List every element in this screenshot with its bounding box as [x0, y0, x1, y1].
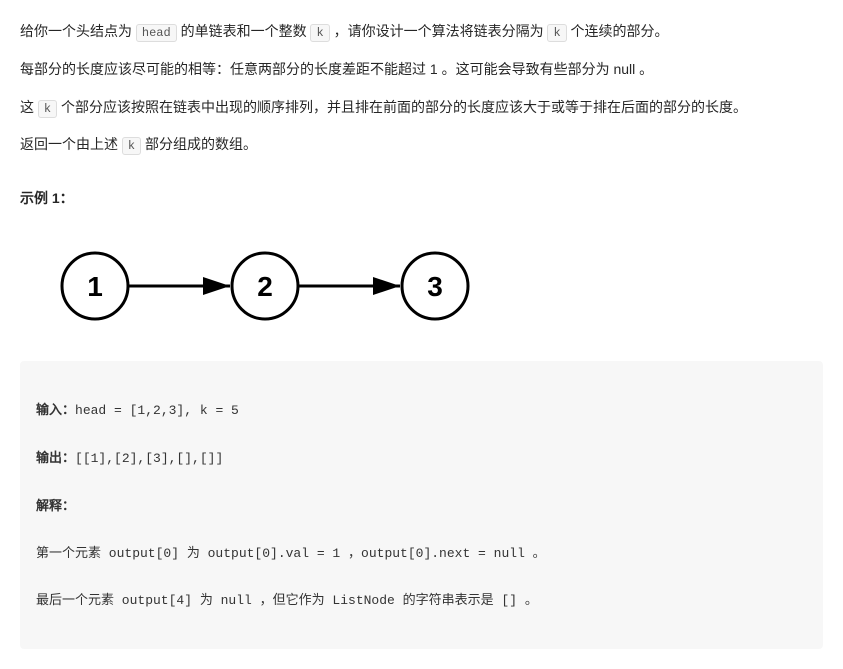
code-k: k	[310, 24, 329, 42]
output-label: 输出：	[36, 450, 75, 465]
example-title: 示例 1：	[20, 187, 823, 211]
text: 返回一个由上述	[20, 136, 122, 152]
node-1-label: 1	[87, 271, 103, 302]
code-head: head	[136, 24, 177, 42]
code-k: k	[547, 24, 566, 42]
linked-list-diagram: 1 2 3	[40, 241, 823, 331]
input-value: head = [1,2,3], k = 5	[75, 403, 239, 418]
text: ，请你设计一个算法将链表分隔为	[330, 23, 548, 39]
explain-line-1: 第一个元素 output[0] 为 output[0].val = 1 ，out…	[36, 542, 807, 565]
text: 的单链表和一个整数	[177, 23, 311, 39]
node-3-label: 3	[427, 271, 443, 302]
text: 个连续的部分。	[567, 23, 669, 39]
text: 给你一个头结点为	[20, 23, 136, 39]
code-k: k	[38, 100, 57, 118]
problem-paragraph-4: 返回一个由上述 k 部分组成的数组。	[20, 133, 823, 157]
code-k: k	[122, 137, 141, 155]
example-code-block: 输入：head = [1,2,3], k = 5 输出：[[1],[2],[3]…	[20, 361, 823, 649]
input-label: 输入：	[36, 402, 75, 417]
explain-label: 解释：	[36, 498, 75, 513]
problem-paragraph-1: 给你一个头结点为 head 的单链表和一个整数 k ，请你设计一个算法将链表分隔…	[20, 20, 823, 44]
output-value: [[1],[2],[3],[],[]]	[75, 451, 223, 466]
problem-paragraph-3: 这 k 个部分应该按照在链表中出现的顺序排列，并且排在前面的部分的长度应该大于或…	[20, 96, 823, 120]
node-2-label: 2	[257, 271, 273, 302]
text: 这	[20, 99, 38, 115]
text: 部分组成的数组。	[141, 136, 257, 152]
problem-paragraph-2: 每部分的长度应该尽可能的相等：任意两部分的长度差距不能超过 1 。这可能会导致有…	[20, 58, 823, 82]
text: 个部分应该按照在链表中出现的顺序排列，并且排在前面的部分的长度应该大于或等于排在…	[57, 99, 747, 115]
explain-line-2: 最后一个元素 output[4] 为 null ，但它作为 ListNode 的…	[36, 589, 807, 612]
